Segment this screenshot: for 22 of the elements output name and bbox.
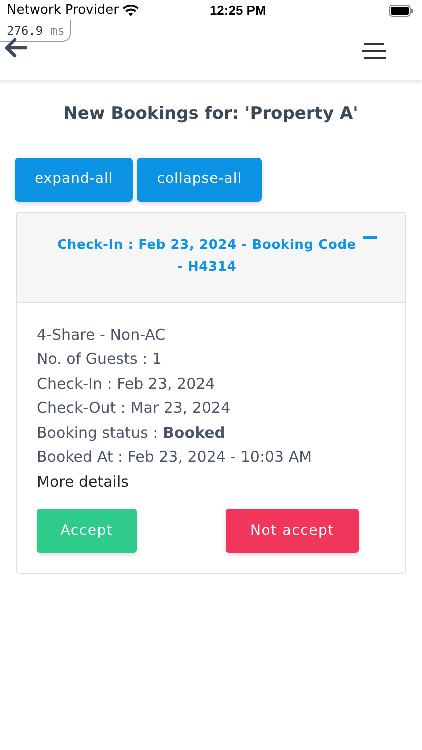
battery-icon bbox=[389, 5, 413, 17]
timing-badge: 276.9 ms bbox=[0, 20, 71, 42]
accordion-header[interactable]: Check-In : Feb 23, 2024 - Booking Code - H4314 bbox=[17, 212, 405, 302]
minus-icon bbox=[363, 236, 377, 240]
reject-button[interactable]: Not accept bbox=[226, 509, 359, 553]
detail-line: Check-Out : Mar 23, 2024 bbox=[37, 398, 232, 419]
accept-button[interactable]: Accept bbox=[37, 509, 137, 553]
carrier-name: Network Provider bbox=[7, 2, 119, 20]
more-details-link[interactable]: More details bbox=[37, 470, 129, 494]
wifi-icon bbox=[122, 5, 139, 17]
booking-header-text: Check-In : Feb 23, 2024 - Booking Code - H4314 bbox=[57, 237, 357, 277]
toolbar-button[interactable]: collapse-all bbox=[137, 158, 262, 202]
detail-line: 4-Share - Non-AC bbox=[37, 324, 167, 346]
menu-icon[interactable] bbox=[362, 42, 388, 60]
toolbar-button[interactable]: expand-all bbox=[15, 158, 134, 202]
back-arrow-icon[interactable] bbox=[4, 38, 28, 58]
clock-time: 12:25 PM bbox=[210, 2, 266, 20]
page-title: New Bookings for: 'Property A' bbox=[62, 103, 360, 126]
detail-line: Check-In : Feb 23, 2024 bbox=[37, 374, 216, 394]
detail-line: Booking status : Booked bbox=[37, 422, 227, 444]
detail-line: Booked At : Feb 23, 2024 - 10:03 AM bbox=[37, 447, 314, 468]
detail-line: No. of Guests : 1 bbox=[37, 349, 163, 370]
